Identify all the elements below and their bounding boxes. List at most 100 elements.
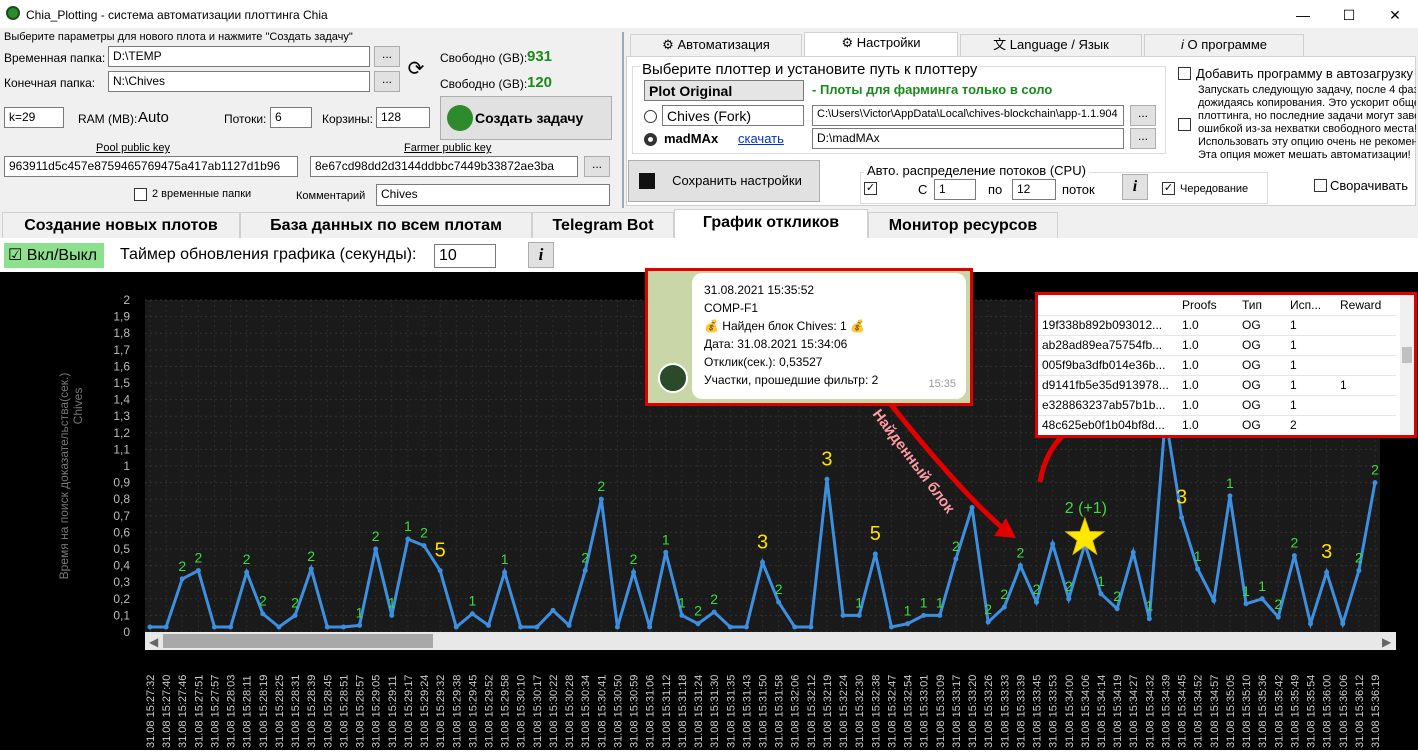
data-label: 1 — [356, 604, 364, 620]
data-label: 1 — [1194, 548, 1202, 564]
k-size-select[interactable]: k=29 — [4, 107, 64, 128]
minimize-button[interactable]: — — [1280, 2, 1326, 28]
x-tick-label: 31.08 15:35:54 — [1306, 675, 1318, 748]
tab-about[interactable]: i О программе — [1144, 34, 1304, 56]
data-point — [598, 496, 604, 502]
data-point — [760, 559, 765, 565]
final-browse-button[interactable]: ... — [374, 71, 400, 92]
madmax-path-input[interactable]: D:\madMAx — [812, 128, 1124, 149]
farmer-key-input[interactable]: 8e67cd98dd2d3144ddbbc7449b33872ae3ba — [310, 156, 578, 177]
cpu-group-title: Авто. распределение потоков (CPU) — [864, 163, 1089, 178]
save-settings-button[interactable]: Сохранить настройки — [628, 160, 820, 202]
data-label: 1 — [404, 518, 412, 534]
x-tick-label: 31.08 15:28:31 — [290, 675, 302, 748]
data-point — [614, 624, 620, 630]
toggle-button[interactable]: ☑ Вкл/Выкл — [4, 243, 104, 268]
data-point — [147, 624, 153, 630]
download-link[interactable]: скачать — [738, 131, 784, 146]
data-label: 2 — [1016, 545, 1024, 561]
table-row[interactable]: 48c625eb0f1b04bf8d... 1.0 OG 2 — [1038, 415, 1396, 435]
table-row[interactable]: d9141fb5e35d913978... 1.0 OG 1 1 — [1038, 375, 1396, 396]
data-point — [631, 569, 637, 575]
minimize-checkbox[interactable] — [1314, 179, 1327, 192]
tab-resource-monitor[interactable]: Монитор ресурсов — [868, 212, 1058, 238]
temp-browse-button[interactable]: ... — [374, 46, 400, 67]
title-bar: Chia_Plotting - система автоматизации пл… — [0, 0, 1418, 28]
x-tick-label: 31.08 15:30:17 — [532, 675, 544, 748]
madmax-browse-button[interactable]: ... — [1130, 128, 1156, 149]
fork-select[interactable]: Chives (Fork) — [662, 105, 804, 126]
plotter-select[interactable]: Plot Original — [644, 80, 804, 101]
data-label: 2 — [1000, 586, 1008, 602]
tab-language[interactable]: 文 Language / Язык — [960, 34, 1142, 56]
tg-line: COMP-F1 — [704, 301, 758, 315]
table-row[interactable]: ab28ad89ea75754fb... 1.0 OG 1 — [1038, 335, 1396, 356]
table-row[interactable]: 005f9ba3dfb014e36b... 1.0 OG 1 — [1038, 355, 1396, 376]
col-used[interactable]: Исп... — [1286, 295, 1336, 316]
tab-telegram-bot[interactable]: Telegram Bot — [532, 212, 674, 238]
tab-settings[interactable]: ⚙ Настройки — [804, 32, 958, 56]
timer-input[interactable]: 10 — [434, 244, 496, 268]
x-tick-label: 31.08 15:29:17 — [403, 675, 415, 748]
data-point — [1179, 514, 1185, 520]
table-row[interactable]: e328863237ab57b1b... 1.0 OG 1 — [1038, 395, 1396, 416]
data-point — [244, 569, 250, 575]
wait-copy-checkbox[interactable] — [1178, 118, 1191, 131]
two-temp-checkbox[interactable] — [134, 188, 147, 201]
data-point — [792, 624, 798, 630]
to-input[interactable]: 12 — [1012, 179, 1056, 200]
autostart-checkbox[interactable] — [1178, 67, 1191, 80]
data-label: 2 — [291, 594, 299, 610]
fork-radio[interactable] — [644, 110, 657, 123]
desc-line: ошибкой из-за нехватки свободного места! — [1198, 123, 1416, 135]
table-scrollbar[interactable] — [1400, 295, 1414, 435]
data-point — [469, 611, 475, 617]
tab-automation[interactable]: ⚙ Автоматизация — [630, 34, 802, 56]
tab-response-chart[interactable]: График откликов — [674, 209, 868, 238]
temp-folder-input[interactable]: D:\TEMP — [108, 46, 370, 67]
tab-plots-database[interactable]: База данных по всем плотам — [240, 212, 532, 238]
keys-browse-button[interactable]: ... — [584, 156, 610, 177]
threads-input[interactable]: 6 — [270, 107, 312, 128]
free-temp-value: 931 — [527, 48, 553, 65]
data-point — [228, 624, 234, 630]
x-tick-label: 31.08 15:34:52 — [1193, 675, 1205, 748]
comment-input[interactable]: Chives — [376, 184, 610, 206]
data-point — [453, 624, 459, 630]
table-row[interactable]: 19f338b892b093012... 1.0 OG 1 — [1038, 315, 1396, 336]
x-tick-label: 31.08 15:34:06 — [1080, 675, 1092, 748]
col-reward[interactable]: Reward — [1336, 295, 1396, 316]
close-button[interactable]: ✕ — [1372, 2, 1418, 28]
x-tick-label: 31.08 15:33:26 — [983, 675, 995, 748]
col-type[interactable]: Тип — [1238, 295, 1286, 316]
final-folder-input[interactable]: N:\Chives — [108, 71, 370, 92]
data-point — [1098, 591, 1104, 597]
create-task-button[interactable]: Создать задачу — [440, 96, 612, 140]
refresh-icon[interactable]: ⟳ — [402, 55, 430, 83]
tab-new-plots[interactable]: Создание новых плотов — [2, 212, 240, 238]
col-proofs[interactable]: Proofs — [1178, 295, 1238, 316]
data-point — [1034, 599, 1040, 605]
data-point — [743, 624, 749, 630]
fork-path-input[interactable]: C:\Users\Victor\AppData\Local\chives-blo… — [812, 105, 1124, 126]
madmax-radio[interactable] — [644, 133, 657, 146]
cpu-auto-checkbox[interactable]: ✓ — [864, 182, 877, 195]
data-point — [1324, 569, 1330, 575]
data-label: 2 — [194, 550, 202, 566]
col-hash[interactable] — [1038, 295, 1178, 316]
table-cell: 1 — [1286, 375, 1336, 396]
x-tick-label: 31.08 15:31:43 — [741, 675, 753, 748]
fork-browse-button[interactable]: ... — [1130, 105, 1156, 126]
x-tick-label: 31.08 15:36:00 — [1322, 675, 1334, 748]
chart-info-button[interactable]: i — [528, 242, 554, 268]
x-tick-label: 31.08 15:28:25 — [274, 675, 286, 748]
buckets-input[interactable]: 128 — [376, 107, 430, 128]
pool-key-input[interactable]: 963911d5c457e8759465769475a417ab1127d1b9… — [4, 156, 298, 177]
cpu-info-button[interactable]: i — [1122, 174, 1148, 200]
from-input[interactable]: 1 — [934, 179, 976, 200]
maximize-button[interactable]: ☐ — [1326, 2, 1372, 28]
y-tick-label: 0,4 — [113, 559, 130, 573]
alternate-checkbox[interactable]: ✓ — [1162, 182, 1175, 195]
y-tick-label: 0,6 — [113, 525, 130, 539]
y-tick-label: 1,6 — [113, 359, 130, 373]
